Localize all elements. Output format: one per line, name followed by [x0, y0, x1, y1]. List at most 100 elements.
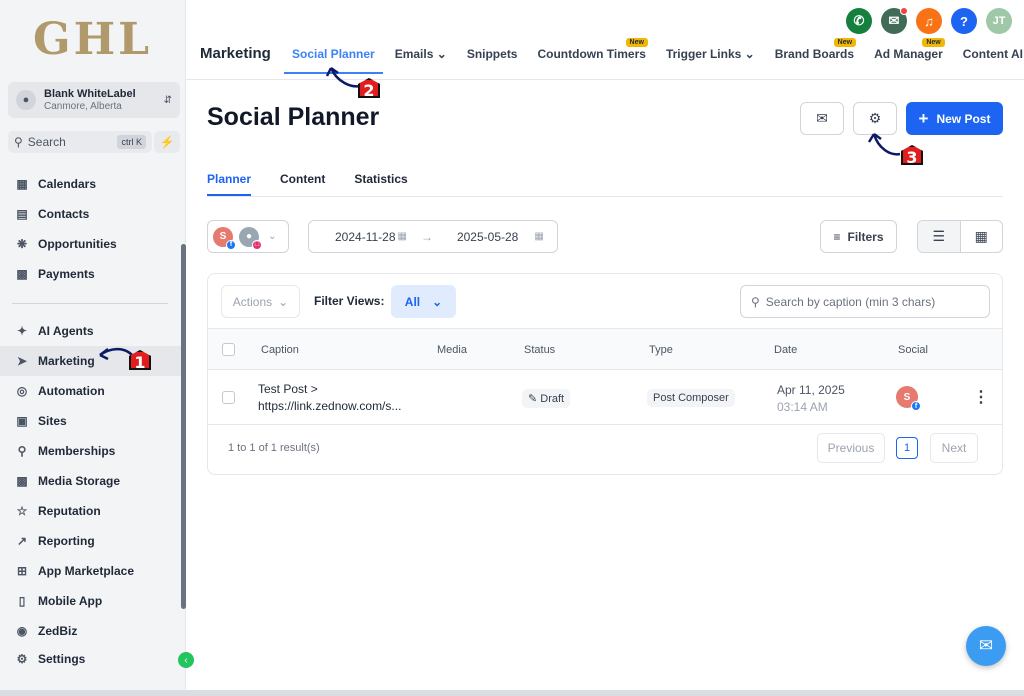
send-icon: ➤	[16, 354, 28, 368]
calendar-view-icon[interactable]: ▦	[961, 221, 1003, 252]
filter-views-select[interactable]: All ⌄	[391, 285, 456, 318]
top-bar: ✆ ✉ ♫ ? JT Marketing Social Planner Emai…	[186, 0, 1024, 80]
tab-label: Brand Boards	[774, 47, 855, 61]
phone-icon[interactable]: ✆	[846, 8, 872, 34]
tab-content-ai[interactable]: Content AI	[963, 47, 1023, 61]
next-button[interactable]: Next	[930, 433, 978, 463]
sidebar-item-reputation[interactable]: ☆ Reputation	[0, 496, 181, 526]
status-badge: ✎ Draft	[522, 389, 571, 408]
post-caption[interactable]: Test Post > https://link.zednow.com/s...	[258, 381, 401, 415]
sidebar-item-zedbiz[interactable]: ◉ ZedBiz	[0, 616, 181, 646]
tab-content[interactable]: Content	[280, 172, 325, 196]
social-account-selector[interactable]: Sf ● □ ⌄	[207, 220, 289, 253]
actions-dropdown[interactable]: Actions ⌄	[221, 285, 300, 318]
column-social[interactable]: Social	[898, 344, 928, 356]
table-row[interactable]: Test Post > https://link.zednow.com/s...…	[208, 370, 1002, 425]
help-icon[interactable]: ?	[951, 8, 977, 34]
date-from[interactable]: 2024-11-28	[335, 230, 396, 244]
sidebar-item-label: Contacts	[38, 207, 90, 221]
column-status[interactable]: Status	[524, 344, 555, 356]
tab-social-planner[interactable]: Social Planner	[284, 47, 383, 74]
sidebar-item-label: Media Storage	[38, 474, 121, 488]
account-avatar-instagram: ● □	[239, 226, 262, 250]
sidebar-divider	[12, 303, 168, 304]
sidebar-item-ai-agents[interactable]: ✦ AI Agents	[0, 316, 181, 346]
sidebar-item-label: Opportunities	[38, 237, 117, 251]
location-icon: ●	[16, 90, 36, 110]
tab-planner[interactable]: Planner	[207, 172, 252, 196]
account-switcher[interactable]: ● Blank WhiteLabel Canmore, Alberta ⇵	[8, 82, 180, 118]
sidebar-item-opportunities[interactable]: ❋ Opportunities	[0, 229, 181, 259]
user-avatar[interactable]: JT	[986, 8, 1012, 34]
tab-label: Social Planner	[292, 47, 375, 61]
chat-widget-icon[interactable]: ✉	[966, 626, 1006, 666]
automation-icon: ◎	[16, 384, 28, 398]
new-badge: New	[833, 38, 857, 47]
sidebar-scrollbar[interactable]	[181, 244, 186, 609]
sidebar-item-sites[interactable]: ▣ Sites	[0, 406, 181, 436]
sparkle-icon: ✦	[16, 324, 28, 338]
sidebar-item-automation[interactable]: ◎ Automation	[0, 376, 181, 406]
account-avatar-facebook: Sf	[213, 226, 236, 250]
sidebar-item-reporting[interactable]: ↗ Reporting	[0, 526, 181, 556]
sidebar-item-app-marketplace[interactable]: ⊞ App Marketplace	[0, 556, 181, 586]
column-date[interactable]: Date	[774, 344, 797, 356]
tab-countdown-timers[interactable]: Countdown Timers New	[537, 38, 648, 61]
row-checkbox[interactable]	[222, 391, 235, 404]
avatar-initial: S	[903, 391, 911, 403]
annotation-arrow-3	[867, 132, 901, 156]
tab-trigger-links[interactable]: Trigger Links ⌄	[666, 47, 755, 61]
column-caption[interactable]: Caption	[261, 344, 299, 356]
tab-ad-manager[interactable]: Ad Manager New	[874, 38, 945, 61]
posts-table-card: Actions ⌄ Filter Views: All ⌄ ⚲ Search by c…	[207, 273, 1003, 475]
collapse-sidebar-icon[interactable]: ‹	[178, 652, 194, 668]
column-type[interactable]: Type	[649, 344, 673, 356]
select-all-checkbox[interactable]	[222, 343, 235, 356]
sidebar-item-label: Reporting	[38, 534, 95, 548]
message-alert-icon: ✉	[816, 110, 828, 126]
sidebar-item-label: Payments	[38, 267, 95, 281]
sidebar-item-label: Settings	[38, 652, 86, 666]
sidebar-item-label: Reputation	[38, 504, 101, 518]
facebook-icon: f	[911, 401, 921, 411]
mobile-icon: ▯	[18, 594, 26, 608]
date-to[interactable]: 2025-05-28	[457, 230, 518, 244]
quick-action-bolt-icon[interactable]: ⚡	[154, 131, 180, 153]
window-bottom-edge	[0, 690, 1024, 696]
column-media[interactable]: Media	[437, 344, 467, 356]
tab-emails[interactable]: Emails ⌄	[395, 47, 447, 61]
sidebar-item-calendars[interactable]: ▦ Calendars	[0, 169, 181, 199]
filter-lines-icon: ≡	[833, 229, 841, 244]
sidebar-item-mobile-app[interactable]: ▯ Mobile App	[0, 586, 181, 616]
table-header: Caption Media Status Type Date Social	[208, 328, 1002, 370]
chevron-updown-icon: ⇵	[163, 94, 172, 106]
list-view-icon[interactable]: ☰	[918, 221, 961, 252]
chevron-down-icon: ⌄	[436, 47, 447, 61]
tab-brand-boards[interactable]: Brand Boards New	[774, 38, 857, 61]
sidebar-item-settings[interactable]: ⚙ Settings	[0, 644, 181, 674]
bell-icon[interactable]: ♫	[916, 8, 942, 34]
megaphone-icon[interactable]: ✉	[881, 7, 908, 34]
sidebar-item-label: ZedBiz	[38, 624, 78, 638]
tab-snippets[interactable]: Snippets	[467, 47, 518, 61]
new-post-button[interactable]: + New Post	[906, 102, 1003, 135]
sidebar-item-memberships[interactable]: ⚲ Memberships	[0, 436, 181, 466]
gear-icon: ⚙	[16, 652, 28, 666]
sidebar-item-label: Memberships	[38, 444, 116, 458]
caption-search-input[interactable]: ⚲ Search by caption (min 3 chars)	[740, 285, 990, 318]
date-range-picker[interactable]: 2024-11-28 ▦ → 2025-05-28 ▦	[308, 220, 558, 253]
sidebar-item-contacts[interactable]: ▤ Contacts	[0, 199, 181, 229]
feedback-button[interactable]: ✉	[800, 102, 844, 135]
arrow-right-icon: →	[420, 229, 433, 244]
sidebar-item-marketing[interactable]: ➤ Marketing	[0, 346, 181, 376]
sidebar-item-media-storage[interactable]: ▩ Media Storage	[0, 466, 181, 496]
previous-button[interactable]: Previous	[817, 433, 885, 463]
filters-button[interactable]: ≡ Filters	[820, 220, 897, 253]
tab-statistics[interactable]: Statistics	[354, 172, 407, 196]
sidebar-search[interactable]: ⚲ Search ctrl K	[8, 131, 152, 153]
sidebar-item-payments[interactable]: ▩ Payments	[0, 259, 181, 289]
more-options-icon[interactable]: ⋮	[973, 387, 989, 407]
sidebar-item-label: AI Agents	[38, 324, 94, 338]
tab-label: Trigger Links	[665, 47, 742, 61]
page-number-button[interactable]: 1	[896, 437, 918, 459]
